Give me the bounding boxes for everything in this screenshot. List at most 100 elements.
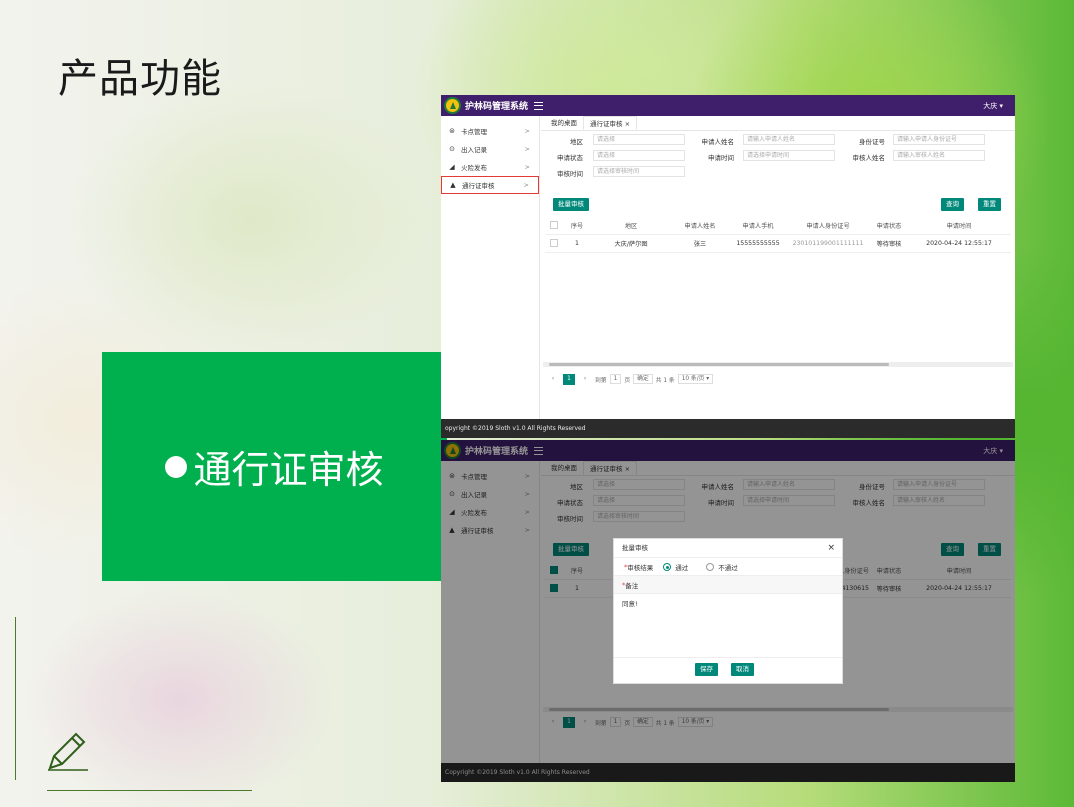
col-status: 申请状态 — [876, 223, 902, 230]
goto-label: 到第 — [595, 377, 607, 384]
chevron-right-icon: > — [524, 163, 530, 171]
screenshot-batch-review-dialog: 护林码管理系统 大庆 ▾ ⊜ 卡点管理 > ⊙ 出入记录 > ◢ 火险发布 > ▲ 通行证审核… — [441, 440, 1015, 782]
reject-label: 不通过 — [718, 563, 738, 572]
system-name: 护林码管理系统 — [465, 102, 529, 112]
filter-form: 地区 请选择 申请人姓名 请输入申请人姓名 身份证号 请输入申请人身份证号 申请… — [541, 131, 1015, 183]
apply-time-label: 申请时间 — [708, 154, 734, 162]
tab-permit-review[interactable]: 通行证审核 × — [583, 116, 638, 130]
region-select[interactable]: 请选择 — [593, 134, 685, 145]
goto-confirm-button[interactable]: 确定 — [633, 374, 653, 384]
warning-icon: ▲ — [450, 181, 456, 189]
sidebar-item-label: 火险发布 — [461, 164, 487, 172]
col-region: 地区 — [624, 223, 638, 230]
review-result-row: * 审核结果 通过 不通过 — [614, 558, 842, 576]
table-row[interactable]: 1 大庆/萨尔图 张三 15555555555 2301011990011111… — [545, 235, 1011, 253]
horizontal-scrollbar[interactable] — [543, 362, 1013, 367]
cell-id: 230101199001111111 — [792, 240, 864, 247]
send-icon: ◢ — [449, 163, 455, 171]
reset-button[interactable]: 重置 — [978, 198, 1001, 211]
table-header: 序号 地区 申请人姓名 申请人手机 申请人身份证号 申请状态 申请时间 — [545, 217, 1011, 235]
dialog-header: 批量审核 × — [614, 539, 842, 558]
id-input[interactable]: 请输入申请人身份证号 — [893, 134, 985, 145]
goto-input[interactable]: 1 — [609, 374, 622, 384]
status-select[interactable]: 请选择 — [593, 150, 685, 161]
records-icon: ⊙ — [449, 145, 455, 153]
sidebar-item-label: 出入记录 — [461, 146, 487, 154]
review-time-label: 审核时间 — [557, 170, 583, 178]
next-page-icon[interactable]: › — [579, 374, 591, 385]
sidebar-item-label: 卡点管理 — [461, 128, 487, 136]
sidebar-item-label: 通行证审核 — [462, 182, 495, 190]
user-menu[interactable]: 大庆 ▾ — [983, 101, 1003, 111]
per-page-select[interactable]: 10 条/页 ▾ — [677, 374, 714, 384]
data-table: 序号 地区 申请人姓名 申请人手机 申请人身份证号 申请状态 申请时间 1 大庆… — [545, 217, 1011, 253]
slide-background: 产品功能 通行证审核 护林码管理系统 大庆 ▾ ⊜ 卡点管理 > ⊙ 出入记录 > ◢ 火… — [0, 0, 1074, 807]
remark-row: * 备注 — [614, 576, 842, 594]
page-unit: 页 — [624, 377, 631, 384]
close-icon[interactable]: × — [625, 120, 630, 128]
review-time-input[interactable]: 请选择审核时间 — [593, 166, 685, 177]
reviewer-input[interactable]: 请输入审核人姓名 — [893, 150, 985, 161]
col-phone: 申请人手机 — [742, 223, 774, 230]
chevron-right-icon: > — [524, 127, 530, 135]
reviewer-label: 审核人姓名 — [852, 154, 886, 162]
col-id: 申请人身份证号 — [806, 223, 850, 230]
chevron-right-icon: > — [523, 181, 529, 189]
reject-radio[interactable] — [706, 562, 715, 571]
chevron-right-icon: > — [524, 145, 530, 153]
sidebar-item-records[interactable]: ⊙ 出入记录 > — [441, 140, 539, 158]
query-button[interactable]: 查询 — [941, 198, 964, 211]
col-time: 申请时间 — [946, 223, 972, 230]
decor-vertical-line — [15, 617, 16, 780]
batch-review-button[interactable]: 批量审核 — [553, 198, 589, 211]
name-input[interactable]: 请输入申请人姓名 — [743, 134, 835, 145]
tab-label: 通行证审核 — [590, 120, 623, 128]
tab-desktop[interactable]: 我的桌面 — [545, 116, 583, 130]
dialog-title: 批量审核 — [622, 544, 648, 552]
tab-bar: 我的桌面 通行证审核 × — [541, 116, 1015, 131]
cell-region: 大庆/萨尔图 — [614, 241, 648, 248]
cell-name: 张三 — [693, 241, 707, 248]
pass-label: 通过 — [675, 563, 689, 572]
prev-page-icon[interactable]: ‹ — [547, 374, 559, 385]
cancel-button[interactable]: 取消 — [731, 663, 754, 676]
cell-time: 2020-04-24 12:55:17 — [926, 240, 992, 247]
status-label: 申请状态 — [557, 154, 583, 162]
name-label: 申请人姓名 — [701, 138, 735, 146]
feature-label: 通行证审核 — [193, 448, 384, 492]
sidebar-item-fire-risk[interactable]: ◢ 火险发布 > — [441, 158, 539, 176]
app-footer: opyright ©2019 Sloth v1.0 All Rights Res… — [441, 419, 1015, 438]
bullet-dot — [165, 455, 188, 478]
apply-time-input[interactable]: 请选择申请时间 — [743, 150, 835, 161]
sidebar-item-permit-review[interactable]: ▲ 通行证审核 > — [441, 176, 539, 194]
app-header: 护林码管理系统 大庆 ▾ — [441, 95, 1015, 116]
col-index: 序号 — [570, 223, 584, 230]
sidebar-item-checkpoint[interactable]: ⊜ 卡点管理 > — [441, 122, 539, 140]
page-number[interactable]: 1 — [563, 373, 575, 385]
pagination: ‹ 1 › 到第 1 页 确定 共 1 条 10 条/页 ▾ — [547, 373, 716, 385]
cell-status: 等待审核 — [876, 241, 902, 248]
id-label: 身份证号 — [859, 138, 885, 146]
total-count: 共 1 条 — [655, 377, 675, 384]
remark-label: 备注 — [625, 581, 639, 590]
close-icon[interactable]: × — [827, 539, 835, 558]
checkpoint-icon: ⊜ — [449, 127, 455, 135]
cell-index: 1 — [575, 240, 579, 247]
review-result-label: 审核结果 — [627, 563, 654, 572]
select-all-checkbox[interactable] — [550, 220, 558, 229]
main-content: 我的桌面 通行证审核 × 地区 请选择 申请人姓名 请输入申请人姓名 身份证号 … — [541, 116, 1015, 438]
region-label: 地区 — [570, 138, 583, 146]
feature-box: 通行证审核 — [102, 352, 447, 581]
sidebar: ⊜ 卡点管理 > ⊙ 出入记录 > ◢ 火险发布 > ▲ 通行证审核 > — [441, 116, 540, 438]
save-button[interactable]: 保存 — [695, 663, 718, 676]
screenshot-list-view: 护林码管理系统 大庆 ▾ ⊜ 卡点管理 > ⊙ 出入记录 > ◢ 火险发布 > ▲ 通行证审核… — [441, 95, 1015, 438]
pencil-icon — [48, 732, 88, 771]
batch-review-dialog: 批量审核 × * 审核结果 通过 不通过 * 备注 同意! 保存 取消 — [613, 538, 843, 684]
slide-title: 产品功能 — [58, 56, 222, 102]
remark-textarea[interactable]: 同意! — [614, 594, 842, 658]
menu-toggle-icon[interactable] — [534, 101, 544, 110]
row-checkbox[interactable] — [550, 238, 558, 247]
cell-phone: 15555555555 — [736, 240, 780, 247]
pass-radio[interactable] — [663, 562, 672, 571]
app-logo-icon — [444, 97, 461, 114]
